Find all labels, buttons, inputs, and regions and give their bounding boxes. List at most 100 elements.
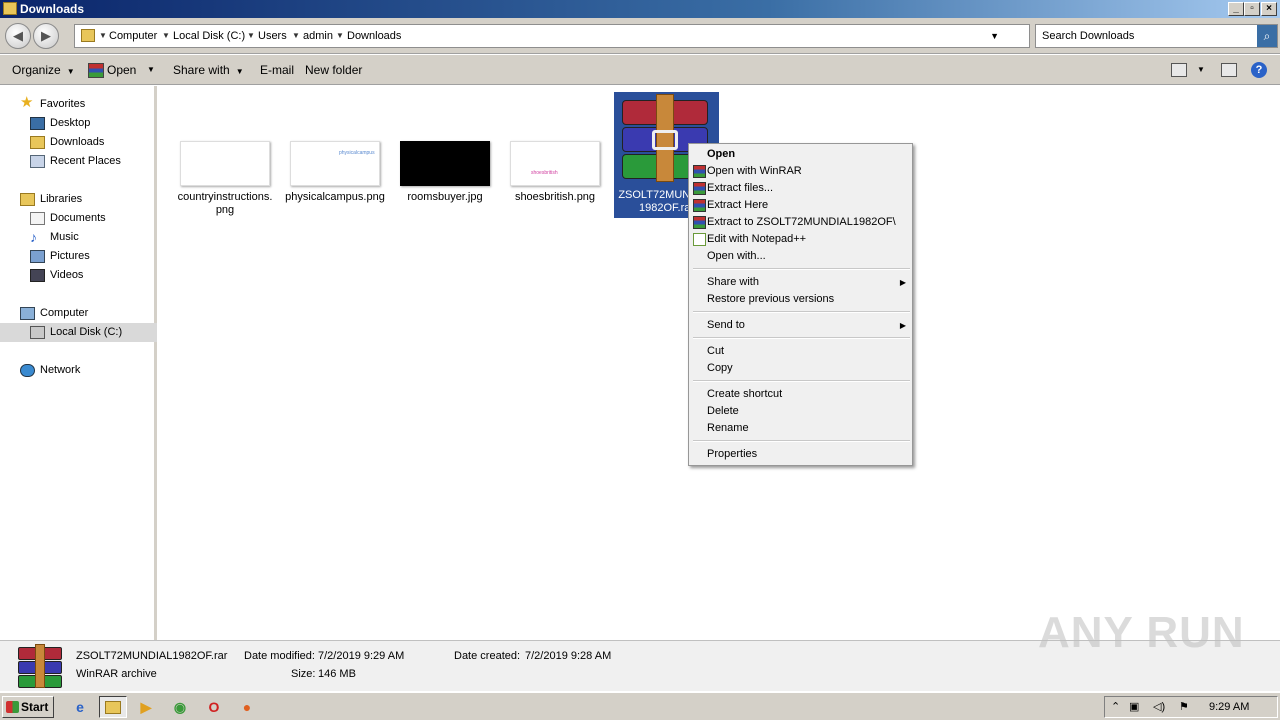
nav-videos[interactable]: Videos [30,266,150,285]
menu-edit-with-notepadpp[interactable]: Edit with Notepad++ [689,231,912,248]
menu-extract-files[interactable]: Extract files... [689,180,912,197]
chevron-right-icon[interactable]: ▼ [292,25,300,47]
preview-pane-icon[interactable] [1221,63,1237,77]
new-folder-button[interactable]: New folder [305,55,362,85]
file-item[interactable]: countryinstructions.png [175,141,275,217]
email-button[interactable]: E-mail [260,55,294,85]
menu-separator [693,337,910,339]
file-name: physicalcampus.png [285,191,385,203]
menu-send-to[interactable]: Send to ▶ [689,317,912,334]
chevron-down-icon[interactable]: ▼ [990,25,999,47]
menu-cut[interactable]: Cut [689,343,912,360]
open-dropdown-button[interactable]: ▼ [147,55,155,85]
menu-open-with[interactable]: Open with... [689,248,912,265]
menu-create-shortcut[interactable]: Create shortcut [689,386,912,403]
help-icon[interactable]: ? [1251,62,1267,78]
context-menu: Open Open with WinRAR Extract files... E… [688,143,913,466]
menu-share-with[interactable]: Share with ▶ [689,274,912,291]
breadcrumb-computer[interactable]: Computer [109,25,157,47]
action-center-icon[interactable]: ▣ [1129,697,1139,717]
explorer-taskbar-icon[interactable] [99,696,127,718]
maximize-button[interactable]: ▫ [1244,2,1260,16]
winrar-icon [693,199,706,212]
file-item[interactable]: physicalcampus physicalcampus.png [285,141,385,204]
documents-icon [30,212,45,225]
details-size: 146 MB [318,668,356,680]
chevron-right-icon[interactable]: ▼ [162,25,170,47]
title-bar: Downloads _ ▫ × [0,0,1280,18]
show-hidden-icons-icon[interactable]: ⌃ [1111,697,1120,717]
menu-restore-previous-versions[interactable]: Restore previous versions [689,291,912,308]
forward-button[interactable]: ▶ [33,23,59,49]
menu-copy[interactable]: Copy [689,360,912,377]
file-name: countryinstructions.png [177,191,273,216]
nav-pictures[interactable]: Pictures [30,247,150,266]
chevron-right-icon[interactable]: ▼ [336,25,344,47]
breadcrumb-users[interactable]: Users [258,25,287,47]
nav-favorites[interactable]: ★ Favorites [20,95,150,114]
flag-icon[interactable]: ⚑ [1179,697,1189,717]
share-with-button[interactable]: Share with ▼ [173,55,244,87]
recent-places-icon [30,155,45,168]
submenu-arrow-icon: ▶ [899,278,906,287]
opera-icon[interactable]: O [200,696,228,718]
minimize-button[interactable]: _ [1228,2,1244,16]
menu-open[interactable]: Open [689,146,912,163]
close-button[interactable]: × [1261,2,1277,16]
videos-icon [30,269,45,282]
volume-icon[interactable]: ◁) [1153,697,1165,717]
windows-logo-icon [6,701,19,713]
menu-rename[interactable]: Rename [689,420,912,437]
folder-icon [3,2,17,15]
file-item[interactable]: roomsbuyer.jpg [395,141,495,204]
nav-libraries[interactable]: Libraries [20,190,150,209]
open-button[interactable]: Open [107,55,136,85]
file-name: shoesbritish.png [514,191,596,203]
details-file-type: WinRAR archive [76,668,157,680]
clock[interactable]: 9:29 AM [1209,697,1249,717]
image-thumbnail [180,141,270,186]
view-dropdown-button[interactable]: ▼ [1197,55,1205,85]
chrome-icon[interactable]: ◉ [166,696,194,718]
breadcrumb-local-disk[interactable]: Local Disk (C:) [173,25,245,47]
menu-separator [693,380,910,382]
menu-extract-here[interactable]: Extract Here [689,197,912,214]
search-input[interactable]: Search Downloads [1035,24,1278,48]
nav-documents[interactable]: Documents [30,209,150,228]
search-icon[interactable]: ⌕ [1257,25,1277,47]
nav-recent-places[interactable]: Recent Places [30,152,150,171]
breadcrumb[interactable]: ▼ Computer ▼ Local Disk (C:) ▼ Users ▼ a… [74,24,1059,48]
image-thumbnail [400,141,490,186]
menu-delete[interactable]: Delete [689,403,912,420]
disk-icon [30,326,45,339]
internet-explorer-icon[interactable]: e [66,696,94,718]
chevron-right-icon[interactable]: ▼ [247,25,255,47]
organize-button[interactable]: Organize ▼ [12,55,75,87]
back-button[interactable]: ◀ [5,23,31,49]
breadcrumb-downloads[interactable]: Downloads [347,25,401,47]
start-button[interactable]: Start [2,696,54,718]
file-name: roomsbuyer.jpg [407,191,483,203]
image-thumbnail: physicalcampus [290,141,380,186]
file-item[interactable]: shoesbritish shoesbritish.png [505,141,605,204]
nav-desktop[interactable]: Desktop [30,114,150,133]
nav-computer[interactable]: Computer [20,304,150,323]
libraries-icon [20,193,35,206]
nav-local-disk[interactable]: Local Disk (C:) [0,323,157,342]
menu-open-with-winrar[interactable]: Open with WinRAR [689,163,912,180]
details-date-created: 7/2/2019 9:28 AM [525,650,612,662]
menu-properties[interactable]: Properties [689,446,912,463]
nav-music[interactable]: ♪ Music [30,228,150,247]
navigation-pane: ★ Favorites Desktop Downloads Recent Plac… [0,86,157,640]
nav-downloads[interactable]: Downloads [30,133,150,152]
menu-extract-to-folder[interactable]: Extract to ZSOLT72MUNDIAL1982OF\ [689,214,912,231]
firefox-icon[interactable]: ● [233,696,261,718]
breadcrumb-admin[interactable]: admin [303,25,333,47]
media-player-icon[interactable]: ▶ [132,696,160,718]
desktop-icon [30,117,45,130]
open-label: Open [107,63,137,77]
address-bar-area: ◀ ▶ ▼ Computer ▼ Local Disk (C:) ▼ Users… [0,18,1280,54]
nav-network[interactable]: Network [20,361,150,380]
chevron-right-icon[interactable]: ▼ [99,25,107,47]
change-view-icon[interactable] [1171,63,1187,77]
